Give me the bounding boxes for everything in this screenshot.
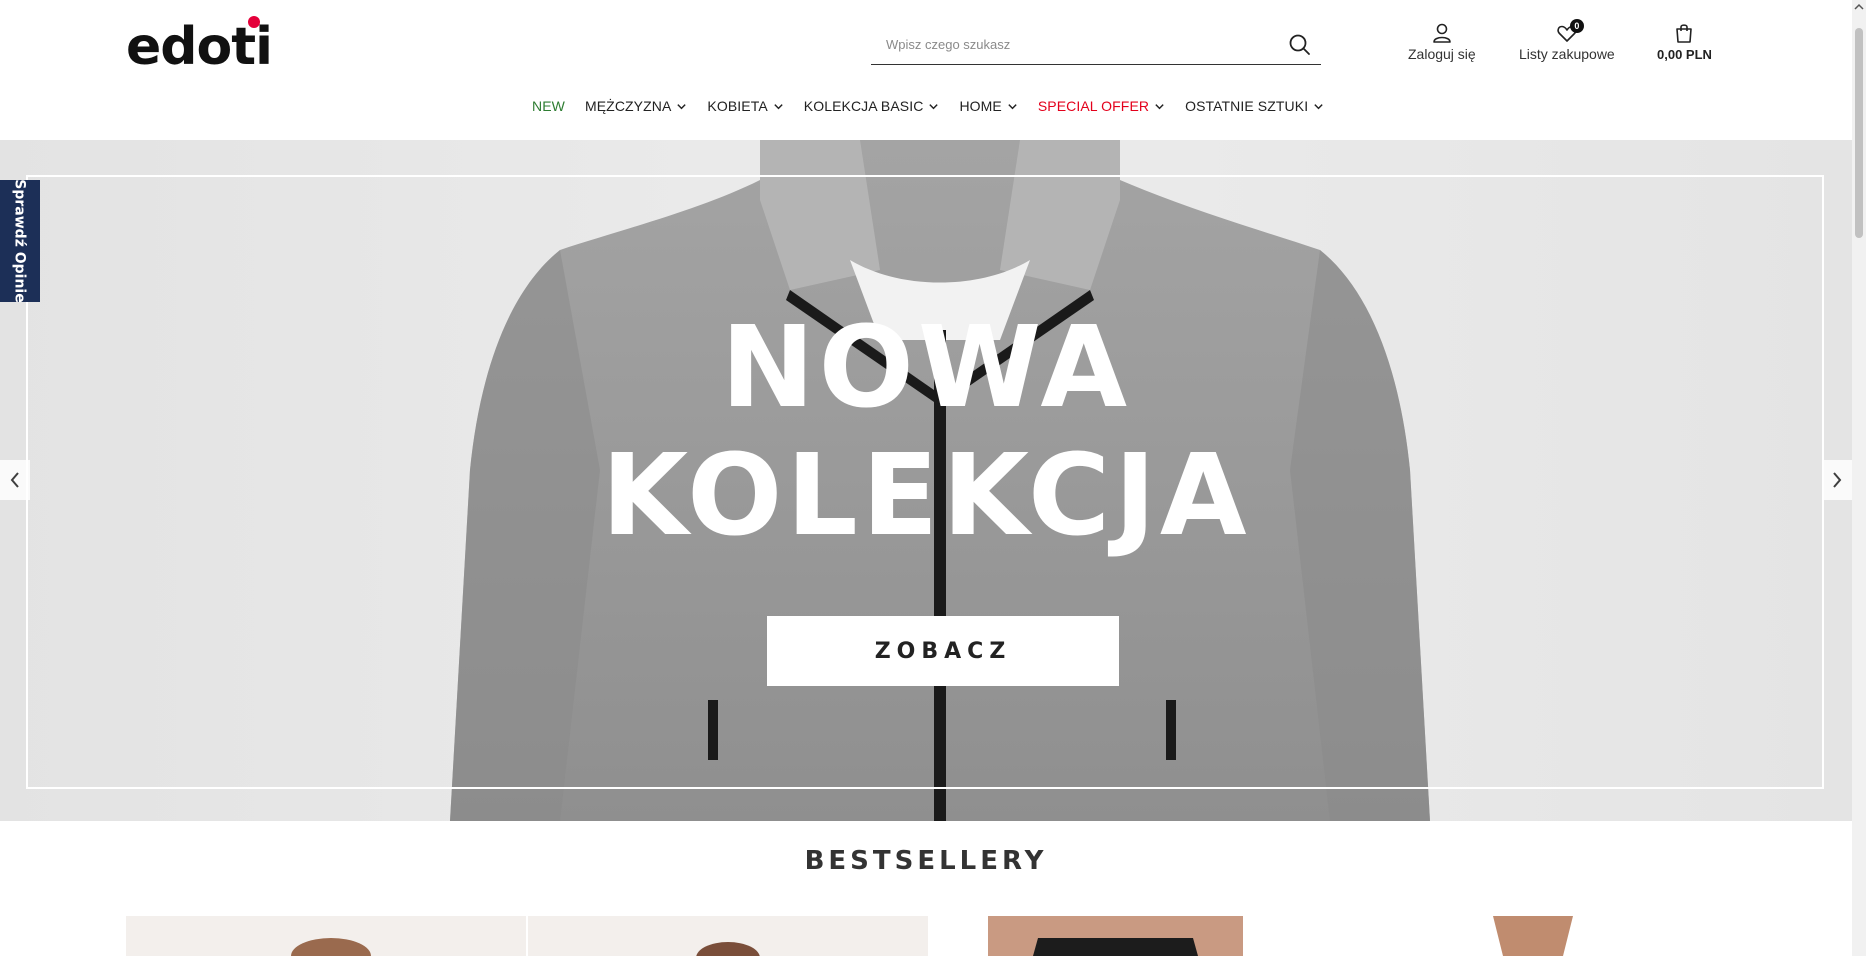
- shopping-bag-icon: [1673, 22, 1695, 44]
- page-scrollbar[interactable]: [1852, 0, 1866, 956]
- chevron-right-icon: [1833, 472, 1842, 488]
- wishlist-link[interactable]: 0 Listy zakupowe: [1519, 19, 1615, 62]
- product-image: [528, 916, 928, 956]
- carousel-next-button[interactable]: [1822, 460, 1852, 500]
- chevron-down-icon: [1008, 103, 1017, 109]
- chevron-down-icon: [1155, 103, 1164, 109]
- product-image: [126, 916, 526, 956]
- reviews-tab-label: Sprawdź Opinie: [12, 179, 29, 303]
- nav-item-mężczyzna[interactable]: MĘŻCZYZNA: [585, 98, 687, 114]
- hero-title-line1: NOWA: [720, 303, 1132, 433]
- product-grid: [126, 916, 1726, 956]
- nav-item-home[interactable]: HOME: [959, 98, 1017, 114]
- nav-item-label: NEW: [532, 98, 565, 114]
- cart-total: 0,00 PLN: [1657, 47, 1712, 62]
- chevron-down-icon: [677, 103, 687, 109]
- nav-item-label: OSTATNIE SZTUKI: [1185, 98, 1309, 114]
- scrollbar-thumb[interactable]: [1855, 28, 1863, 238]
- product-card[interactable]: [126, 916, 526, 956]
- chevron-down-icon: [774, 103, 783, 109]
- wishlist-count-badge: 0: [1569, 19, 1584, 33]
- product-card[interactable]: [988, 916, 1243, 956]
- nav-item-kobieta[interactable]: KOBIETA: [707, 98, 783, 114]
- hero-title-line2: KOLEKCJA: [601, 431, 1251, 561]
- reviews-tab[interactable]: Sprawdź Opinie: [0, 179, 40, 303]
- cart-link[interactable]: 0,00 PLN: [1657, 22, 1712, 62]
- chevron-down-icon: [1314, 103, 1323, 109]
- nav-item-kolekcja-basic[interactable]: KOLEKCJA BASIC: [804, 98, 940, 114]
- nav-item-label: KOLEKCJA BASIC: [803, 98, 924, 114]
- nav-list: NEW MĘŻCZYZNA KOBIETA KOLEKCJA BASIC HOME SPE…: [532, 98, 1324, 114]
- search-bar: [871, 26, 1321, 65]
- product-card[interactable]: [1483, 916, 1583, 956]
- login-label: Zaloguj się: [1408, 46, 1476, 62]
- nav-item-label: KOBIETA: [707, 98, 768, 114]
- nav-item-label: HOME: [959, 98, 1002, 114]
- user-icon: [1431, 22, 1453, 44]
- search-input[interactable]: [871, 26, 1276, 62]
- wishlist-label: Listy zakupowe: [1519, 46, 1615, 62]
- hero-cta-button[interactable]: ZOBACZ: [767, 616, 1119, 686]
- main-nav: NEW MĘŻCZYZNA KOBIETA KOLEKCJA BASIC HOME SPE…: [0, 98, 1852, 120]
- hero-banner[interactable]: NOWA KOLEKCJA ZOBACZ: [0, 140, 1852, 821]
- product-image: [988, 916, 1243, 956]
- login-link[interactable]: Zaloguj się: [1408, 22, 1476, 62]
- nav-item-special-offer[interactable]: SPECIAL OFFER: [1038, 98, 1165, 114]
- search-button[interactable]: [1287, 32, 1313, 58]
- scroll-up-arrow-icon[interactable]: [1852, 0, 1866, 14]
- nav-item-label: SPECIAL OFFER: [1037, 98, 1150, 114]
- nav-item-label: MĘŻCZYZNA: [584, 98, 672, 114]
- bestsellers-title: BESTSELLERY: [804, 846, 1048, 876]
- product-card[interactable]: [528, 916, 928, 956]
- product-image: [1483, 916, 1583, 956]
- chevron-down-icon: [929, 103, 939, 109]
- logo-dot: [248, 16, 260, 28]
- logo[interactable]: edoti: [126, 16, 273, 73]
- heart-icon: 0: [1556, 19, 1584, 44]
- chevron-left-icon: [10, 472, 19, 488]
- search-icon: [1289, 34, 1310, 55]
- nav-item-new[interactable]: NEW: [532, 98, 565, 114]
- carousel-prev-button[interactable]: [0, 460, 30, 500]
- nav-item-ostatnie-sztuki[interactable]: OSTATNIE SZTUKI: [1185, 98, 1324, 114]
